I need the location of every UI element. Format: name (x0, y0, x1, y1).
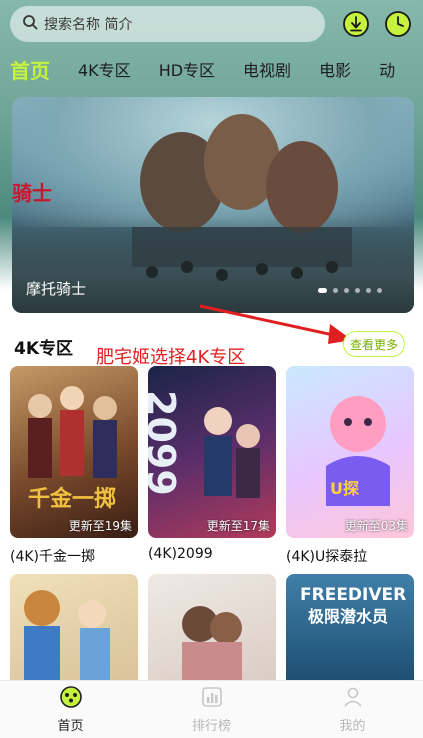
video-card[interactable]: 千金一掷 更新至19集 (10, 366, 138, 538)
home-icon (59, 685, 83, 713)
episode-badge: 更新至03集 (344, 519, 408, 533)
card-title[interactable]: (4K)U探泰拉 (286, 546, 367, 566)
carousel-dot[interactable] (366, 288, 371, 293)
video-card[interactable]: FREEDIVER 极限潜水员 (286, 574, 414, 684)
carousel-dot[interactable] (333, 288, 338, 293)
nav-ranking-label: 排行榜 (191, 719, 231, 734)
banner-caption: 摩托骑士 (26, 280, 87, 298)
episode-badge: 更新至19集 (68, 519, 132, 533)
nav-ranking[interactable]: 排行榜 (162, 685, 262, 734)
video-card[interactable]: 2099 更新至17集 (148, 366, 276, 538)
search-bar[interactable]: 搜索名称 简介 (10, 6, 325, 42)
view-more-button[interactable]: 查看更多 (343, 331, 405, 357)
tab-hd[interactable]: HD专区 (159, 57, 215, 81)
video-card[interactable]: U探 更新至03集 (286, 366, 414, 538)
card-poster: 千金一掷 (28, 386, 117, 512)
card-title[interactable]: (4K)千金一掷 (10, 546, 95, 566)
card-poster: 2099 (148, 390, 260, 498)
ranking-icon (200, 685, 224, 713)
video-card[interactable] (148, 574, 276, 684)
banner-artwork (132, 114, 352, 281)
bottom-navigation: 首页 排行榜 我的 (0, 680, 423, 738)
card-poster: FREEDIVER 极限潜水员 (300, 585, 406, 626)
carousel-dot[interactable] (377, 288, 382, 293)
episode-badge: 更新至17集 (206, 519, 270, 533)
card-poster: U探 (326, 396, 390, 506)
nav-profile-label: 我的 (339, 719, 366, 734)
category-tabs: 首页 4K专区 HD专区 电视剧 电影 动 (10, 52, 423, 86)
svg-text:2099: 2099 (148, 390, 183, 496)
tab-anime[interactable]: 动 (379, 57, 395, 81)
tab-4k[interactable]: 4K专区 (78, 57, 131, 81)
carousel-dot[interactable] (344, 288, 349, 293)
nav-home-label: 首页 (57, 719, 84, 734)
search-placeholder: 搜索名称 简介 (44, 17, 133, 33)
annotation-arrow-icon (199, 304, 352, 344)
card-title[interactable]: (4K)2099 (148, 546, 213, 562)
search-icon (22, 14, 38, 34)
carousel-dot[interactable] (355, 288, 360, 293)
tab-tv-series[interactable]: 电视剧 (243, 57, 291, 81)
carousel-dots (318, 288, 382, 293)
svg-text:极限潜水员: 极限潜水员 (308, 607, 388, 626)
featured-banner[interactable]: 骑士 摩托骑士 (12, 97, 414, 313)
card-poster (182, 606, 242, 684)
tab-home[interactable]: 首页 (10, 55, 50, 84)
history-icon[interactable] (384, 10, 412, 38)
section-title: 4K专区 (14, 339, 74, 359)
svg-text:FREEDIVER: FREEDIVER (300, 585, 406, 605)
download-icon[interactable] (342, 10, 370, 38)
svg-text:U探: U探 (330, 479, 359, 498)
svg-text:千金一掷: 千金一掷 (28, 486, 116, 512)
carousel-dot[interactable] (318, 288, 327, 293)
nav-profile[interactable]: 我的 (303, 685, 403, 734)
video-card[interactable] (10, 574, 138, 684)
card-poster (24, 590, 110, 684)
banner-side-title: 骑士 (12, 181, 52, 205)
tab-movie[interactable]: 电影 (319, 57, 351, 81)
profile-icon (341, 685, 365, 713)
nav-home[interactable]: 首页 (21, 685, 121, 734)
